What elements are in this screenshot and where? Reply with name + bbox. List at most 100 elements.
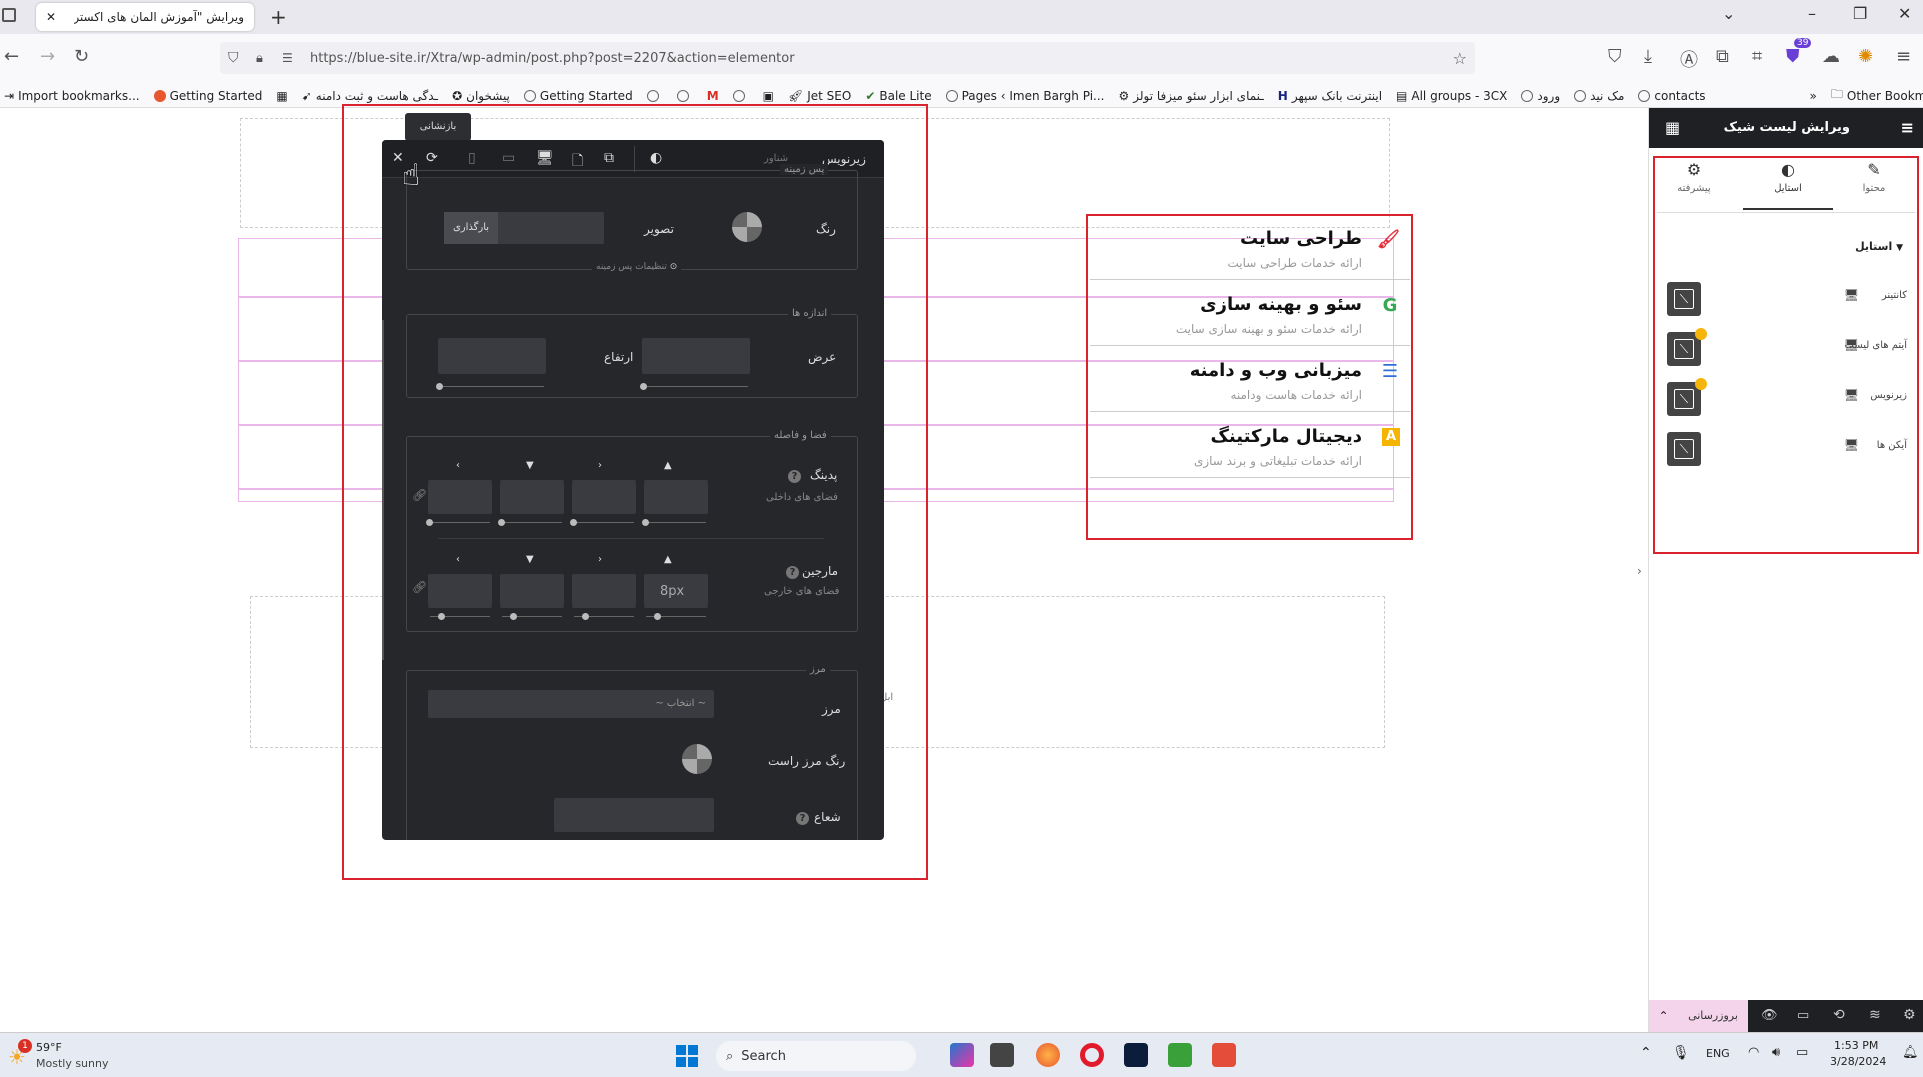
grid-icon[interactable]: ▦ (1665, 118, 1680, 137)
responsive-icon[interactable]: ▭ (1797, 1008, 1809, 1023)
padding-bottom-handle[interactable] (498, 519, 505, 526)
list-item[interactable]: ☰ میزبانی وب و دامنه ارائه خدمات هاست ود… (1090, 348, 1410, 412)
bookmark-mizfa[interactable]: ⚙ ـنمای ابزار سئو میزفا تولز (1118, 89, 1263, 103)
margin-top-handle[interactable] (654, 613, 661, 620)
bookmark-sepehr[interactable]: H اینترنت بانک سپهر (1278, 89, 1382, 103)
padding-left-input[interactable] (428, 480, 492, 514)
photoshop-icon[interactable] (1124, 1043, 1148, 1067)
downloads-icon[interactable]: ⤓ (1644, 46, 1652, 67)
minimize-icon[interactable]: – (1808, 4, 1816, 23)
margin-right-handle[interactable] (582, 613, 589, 620)
forward-icon[interactable]: → (40, 46, 55, 67)
tab-list-icon[interactable] (2, 8, 16, 22)
weather-widget[interactable]: ☀ 1 59°F Mostly sunny (8, 1039, 118, 1073)
update-options-button[interactable]: ⌃ (1649, 1000, 1678, 1032)
crop-icon[interactable]: ⌗ (1752, 46, 1762, 67)
restore-icon[interactable]: ❐ (1853, 4, 1867, 23)
margin-left-handle[interactable] (438, 613, 445, 620)
bookmark-globe-c[interactable] (732, 89, 749, 102)
bookmark-getting-started[interactable]: Getting Started (153, 89, 262, 103)
padding-link-icon[interactable]: 🔗︎ (412, 488, 427, 502)
bg-upload-button[interactable]: بارگذاری (444, 212, 498, 244)
tab-close-icon[interactable]: ✕ (46, 10, 56, 24)
padding-bottom-input[interactable] (500, 480, 564, 514)
cloud-icon[interactable]: ☁ (1822, 46, 1840, 67)
edit-icons-button[interactable]: ⟋ (1667, 432, 1701, 466)
volume-icon[interactable]: 🔊︎ (1772, 1045, 1780, 1060)
bookmark-star-icon[interactable]: ☆ (1453, 49, 1467, 68)
copilot-icon[interactable] (950, 1043, 974, 1067)
notification-bell-icon[interactable]: 🔔︎ (1902, 1045, 1919, 1060)
settings-icon[interactable]: ⚙ (1903, 1007, 1916, 1023)
bookmark-host[interactable]: ➹ ـدگی هاست و ثبت دامنه (302, 89, 438, 103)
margin-bottom-input[interactable] (500, 574, 564, 608)
clock-date[interactable]: 3/28/2024 (1830, 1055, 1886, 1068)
width-slider-handle[interactable] (640, 383, 647, 390)
file-explorer-icon[interactable] (990, 1043, 1014, 1067)
desktop-icon[interactable]: 🖥︎ (536, 150, 554, 166)
copy-icon[interactable]: ⧉ (604, 150, 614, 166)
bookmark-dashboard[interactable]: ✪ پیشخوان (452, 89, 510, 103)
desktop-icon[interactable]: 🖥︎ (1844, 438, 1859, 452)
taskbar-search[interactable]: ⌕ Search (716, 1041, 916, 1071)
wifi-icon[interactable]: ◠ (1748, 1045, 1759, 1060)
tab-overflow-chevron-icon[interactable]: ⌄ (1722, 4, 1735, 23)
firefox-taskbar-icon[interactable] (1036, 1043, 1060, 1067)
preview-eye-icon[interactable]: 👁︎ (1761, 1008, 1778, 1023)
new-tab-icon[interactable]: + (270, 5, 287, 29)
microphone-icon[interactable]: 🎙︎ (1672, 1045, 1690, 1061)
app-red-icon[interactable] (1212, 1043, 1236, 1067)
margin-help-icon[interactable]: ? (786, 566, 799, 579)
list-item[interactable]: A دیجیتال مارکتینگ ارائه خدمات تبلیغاتی … (1090, 414, 1410, 478)
bookmark-square[interactable]: ▣ (763, 89, 774, 103)
list-item[interactable]: G سئو و بهینه سازی ارائه خدمات سئو و بهی… (1090, 282, 1410, 346)
padding-help-icon[interactable]: ? (788, 470, 801, 483)
border-select[interactable]: ~ انتخاب ~ (428, 690, 714, 718)
bookmarks-overflow[interactable]: » (1810, 89, 1817, 103)
layers-icon[interactable]: ≋ (1869, 1007, 1881, 1023)
sun-extension-icon[interactable]: ✺ (1858, 46, 1873, 67)
tab-advanced[interactable]: ⚙ پیشرفته (1649, 160, 1739, 210)
bookmark-calendar[interactable]: ▦ (276, 89, 287, 103)
radius-help-icon[interactable]: ? (796, 812, 809, 825)
collapse-sidebar-icon[interactable]: › (1637, 564, 1642, 578)
shield-extension-icon[interactable]: ⛊ 39 (1786, 38, 1812, 67)
close-window-icon[interactable]: ✕ (1898, 4, 1911, 23)
margin-right-input[interactable] (572, 574, 636, 608)
history-icon[interactable]: ⟲ (1833, 1007, 1845, 1023)
active-tab[interactable]: ✕ ویرایش "آموزش المان های اکسترا - ع (36, 3, 254, 31)
menu-icon[interactable]: ≡ (1896, 46, 1911, 67)
language-indicator[interactable]: ENG (1706, 1047, 1730, 1060)
padding-top-handle[interactable] (642, 519, 649, 526)
padding-top-input[interactable] (644, 480, 708, 514)
refresh-icon[interactable]: ⟳ (426, 150, 438, 166)
back-icon[interactable]: ← (4, 46, 19, 67)
extensions-icon[interactable]: ⧉ (1716, 46, 1729, 67)
margin-bottom-handle[interactable] (510, 613, 517, 620)
panel-scrollbar[interactable] (382, 320, 384, 660)
edit-container-button[interactable]: ⟋ (1667, 282, 1701, 316)
padding-right-input[interactable] (572, 480, 636, 514)
tab-content[interactable]: ✎ محتوا (1829, 160, 1919, 210)
pocket-icon[interactable]: ⛉ (1608, 46, 1622, 67)
width-input[interactable] (642, 338, 750, 374)
desktop-icon[interactable]: 🖥︎ (1844, 288, 1859, 302)
hamburger-icon[interactable]: ≡ (1901, 118, 1914, 137)
url-bar[interactable]: ⛉ 🔒︎ ☰ https://blue-site.ir/Xtra/wp-admi… (220, 42, 1475, 74)
other-bookmarks[interactable]: 🗀Other Bookmarks (1831, 85, 1923, 106)
padding-right-handle[interactable] (570, 519, 577, 526)
bookmark-gmail[interactable]: M (707, 89, 719, 103)
desktop-icon[interactable]: 🖥︎ (1844, 388, 1859, 402)
style-section-header[interactable]: ▼ استایل (1855, 240, 1903, 253)
border-right-color-swatch[interactable] (682, 744, 712, 774)
bookmark-jet-seo[interactable]: 🚀︎ Jet SEO (788, 89, 851, 103)
bookmark-maknid[interactable]: مک نید (1574, 89, 1624, 103)
bg-settings-link[interactable]: ⊙ تنظیمات پس زمینه (592, 262, 682, 272)
bookmark-globe-a[interactable] (646, 89, 663, 102)
tray-chevron-icon[interactable]: ⌃ (1640, 1045, 1652, 1061)
mobile-icon[interactable]: ▯ (468, 150, 476, 166)
radius-input[interactable] (554, 798, 714, 832)
list-item[interactable]: 🖌︎ طراحی سایت ارائه خدمات طراحی سایت (1090, 216, 1410, 280)
margin-link-icon[interactable]: 🔗︎ (412, 580, 427, 594)
bookmark-pages[interactable]: Pages ‹ Imen Bargh Pi... (945, 89, 1104, 103)
